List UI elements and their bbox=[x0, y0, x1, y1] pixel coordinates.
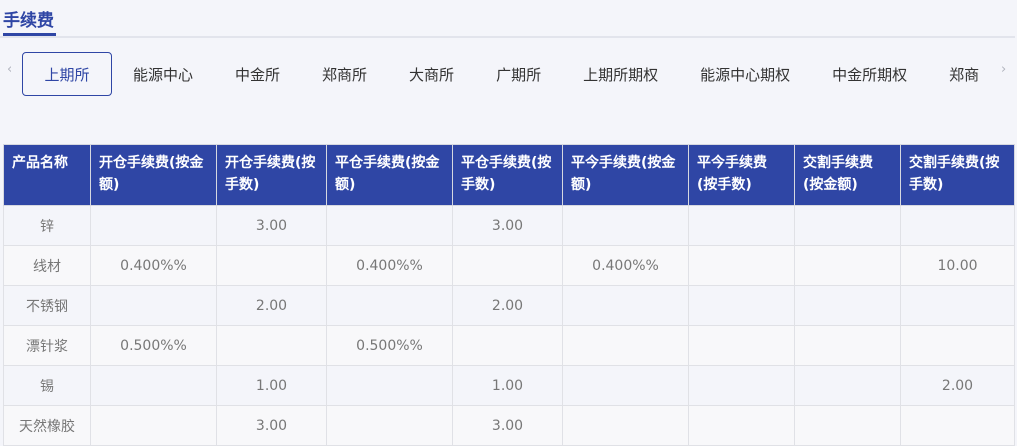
fee-cell bbox=[794, 285, 901, 326]
fee-cell: 3.00 bbox=[216, 205, 327, 246]
fee-cell bbox=[688, 205, 795, 246]
fee-cell bbox=[90, 365, 217, 406]
fee-cell bbox=[794, 325, 901, 366]
fee-cell: 2.00 bbox=[216, 285, 327, 326]
page-title: 手续费 bbox=[3, 6, 56, 36]
fee-cell: 0.400%% bbox=[562, 245, 689, 286]
fee-cell bbox=[794, 365, 901, 406]
fee-cell bbox=[90, 285, 217, 326]
table-row: 天然橡胶 3.00 3.00 bbox=[3, 405, 1015, 446]
product-name-cell: 不锈钢 bbox=[3, 285, 91, 326]
fee-cell bbox=[688, 365, 795, 406]
fee-table: 产品名称 开仓手续费(按金额) 开仓手续费(按手数) 平仓手续费(按金额) 平仓手续费(… bbox=[3, 144, 1015, 446]
scroll-right-icon[interactable]: › bbox=[1001, 62, 1006, 77]
fee-cell: 1.00 bbox=[216, 365, 327, 406]
fee-cell bbox=[326, 205, 453, 246]
table-row: 线材 0.400%% 0.400%% 0.400%% 10.00 bbox=[3, 245, 1015, 286]
fee-cell bbox=[562, 285, 689, 326]
fee-cell: 3.00 bbox=[216, 405, 327, 446]
tab-1[interactable]: 能源中心 bbox=[112, 52, 214, 96]
product-name-cell: 线材 bbox=[3, 245, 91, 286]
fee-cell bbox=[900, 405, 1015, 446]
tab-7[interactable]: 能源中心期权 bbox=[679, 52, 811, 96]
column-header: 平今手续费(按手数) bbox=[688, 144, 795, 206]
tab-0[interactable]: 上期所 bbox=[22, 52, 112, 96]
fee-cell: 0.500%% bbox=[90, 325, 217, 366]
tab-9[interactable]: 郑商 bbox=[928, 52, 997, 96]
fee-cell bbox=[794, 245, 901, 286]
fee-cell bbox=[326, 405, 453, 446]
column-header: 产品名称 bbox=[3, 144, 91, 206]
fee-cell bbox=[688, 285, 795, 326]
fee-cell: 2.00 bbox=[900, 365, 1015, 406]
tab-2[interactable]: 中金所 bbox=[214, 52, 301, 96]
tab-6[interactable]: 上期所期权 bbox=[562, 52, 679, 96]
fee-cell bbox=[900, 285, 1015, 326]
fee-cell: 3.00 bbox=[452, 205, 563, 246]
table-row: 漂针浆 0.500%% 0.500%% bbox=[3, 325, 1015, 366]
column-header: 开仓手续费(按金额) bbox=[90, 144, 217, 206]
product-name-cell: 漂针浆 bbox=[3, 325, 91, 366]
fee-cell bbox=[794, 405, 901, 446]
tab-3[interactable]: 郑商所 bbox=[301, 52, 388, 96]
fee-cell bbox=[216, 245, 327, 286]
product-name-cell: 天然橡胶 bbox=[3, 405, 91, 446]
scroll-left-icon[interactable]: ‹ bbox=[7, 62, 12, 77]
column-header: 平今手续费(按金额) bbox=[562, 144, 689, 206]
fee-cell bbox=[794, 205, 901, 246]
fee-cell bbox=[900, 325, 1015, 366]
fee-cell bbox=[452, 325, 563, 366]
fee-cell: 3.00 bbox=[452, 405, 563, 446]
column-header: 交割手续费(按手数) bbox=[900, 144, 1015, 206]
column-header: 平仓手续费(按手数) bbox=[452, 144, 563, 206]
fee-cell: 10.00 bbox=[900, 245, 1015, 286]
fee-cell bbox=[562, 205, 689, 246]
exchange-tabs: 上期所 能源中心 中金所 郑商所 大商所 广期所 上期所期权 能源中心期权 中金所期权 郑商 bbox=[22, 52, 997, 96]
tab-8[interactable]: 中金所期权 bbox=[811, 52, 928, 96]
fee-cell bbox=[688, 245, 795, 286]
tab-4[interactable]: 大商所 bbox=[388, 52, 475, 96]
fee-cell bbox=[326, 285, 453, 326]
column-header: 开仓手续费(按手数) bbox=[216, 144, 327, 206]
fee-cell bbox=[90, 405, 217, 446]
product-name-cell: 锌 bbox=[3, 205, 91, 246]
fee-cell bbox=[900, 205, 1015, 246]
fee-cell: 0.500%% bbox=[326, 325, 453, 366]
fee-cell bbox=[216, 325, 327, 366]
fee-cell bbox=[562, 325, 689, 366]
column-header: 交割手续费(按金额) bbox=[794, 144, 901, 206]
table-row: 锌 3.00 3.00 bbox=[3, 205, 1015, 246]
fee-cell bbox=[688, 325, 795, 366]
fee-cell bbox=[562, 365, 689, 406]
fee-cell bbox=[452, 245, 563, 286]
divider bbox=[0, 36, 1015, 38]
tab-5[interactable]: 广期所 bbox=[475, 52, 562, 96]
table-row: 不锈钢 2.00 2.00 bbox=[3, 285, 1015, 326]
fee-cell bbox=[90, 205, 217, 246]
column-header: 平仓手续费(按金额) bbox=[326, 144, 453, 206]
fee-cell: 0.400%% bbox=[326, 245, 453, 286]
fee-cell: 1.00 bbox=[452, 365, 563, 406]
fee-cell: 0.400%% bbox=[90, 245, 217, 286]
table-row: 锡 1.00 1.00 2.00 bbox=[3, 365, 1015, 406]
fee-cell bbox=[688, 405, 795, 446]
fee-cell bbox=[326, 365, 453, 406]
fee-cell bbox=[562, 405, 689, 446]
fee-cell: 2.00 bbox=[452, 285, 563, 326]
product-name-cell: 锡 bbox=[3, 365, 91, 406]
